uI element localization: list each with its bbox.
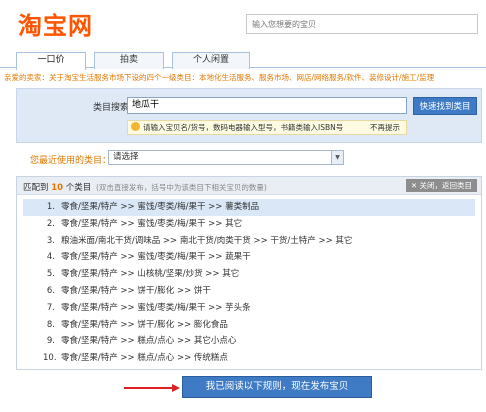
list-item-path: 粮油米面/南北干货/调味品 >> 南北干货/肉类干货 >> 干货/土特产 >> … bbox=[61, 235, 353, 246]
list-item-index: 7. bbox=[46, 302, 55, 313]
list-item[interactable]: 10. 零食/坚果/特产 >> 糕点/点心 >> 传统糕点 bbox=[17, 350, 481, 367]
header: 淘宝网 bbox=[0, 0, 486, 44]
match-prefix: 匹配到 bbox=[23, 183, 49, 193]
list-item[interactable]: 2. 零食/坚果/特产 >> 蜜饯/枣类/梅/果干 >> 其它 bbox=[17, 216, 481, 233]
dismiss-tip-link[interactable]: 不再提示 bbox=[370, 121, 400, 134]
category-results-panel: 匹配到 10 个类目 (双击直接发布，括号中为该类目下相关宝贝的数量) ✕ 关闭… bbox=[16, 176, 482, 370]
list-item-path: 零食/坚果/特产 >> 山核桃/坚果/炒货 >> 其它 bbox=[61, 269, 240, 280]
match-summary: 匹配到 10 个类目 (双击直接发布，括号中为该类目下相关宝贝的数量) bbox=[23, 181, 267, 193]
seller-notice: 亲爱的卖家：关于淘宝生活服务市场下设的四个一级类目：本地化生活服务、服务市场、网… bbox=[4, 73, 435, 82]
close-results-label: 关闭，返回类目 bbox=[419, 181, 473, 190]
list-item-path: 零食/坚果/特产 >> 糕点/点心 >> 其它小点心 bbox=[61, 336, 237, 347]
list-item-path: 零食/坚果/特产 >> 蜜饯/枣类/梅/果干 >> 其它 bbox=[61, 218, 243, 229]
list-item-index: 4. bbox=[46, 252, 55, 263]
lightbulb-icon bbox=[131, 122, 140, 131]
results-header: 匹配到 10 个类目 (双击直接发布，括号中为该类目下相关宝贝的数量) ✕ 关闭… bbox=[17, 177, 481, 195]
tab-personal-idle[interactable]: 个人闲置 bbox=[172, 52, 250, 69]
list-item[interactable]: 8. 零食/坚果/特产 >> 饼干/膨化 >> 膨化食品 bbox=[17, 317, 481, 334]
match-hint: (双击直接发布，括号中为该类目下相关宝贝的数量) bbox=[95, 183, 267, 192]
list-item[interactable]: 1. 零食/坚果/特产 >> 蜜饯/枣类/梅/果干 >> 薯类制品 bbox=[23, 199, 475, 216]
publish-item-button[interactable]: 我已阅读以下规则，现在发布宝贝 bbox=[182, 376, 372, 398]
tab-fixed-price[interactable]: 一口价 bbox=[16, 52, 86, 70]
list-item-index: 2. bbox=[46, 218, 55, 229]
list-item-index: 1. bbox=[46, 202, 55, 212]
match-suffix: 个类目 bbox=[65, 183, 92, 193]
tab-auction[interactable]: 拍卖 bbox=[94, 52, 164, 69]
red-arrow-icon bbox=[124, 384, 180, 392]
list-item-index: 9. bbox=[46, 336, 55, 347]
search-tip: 请输入宝贝名/货号，数码电器输入型号，书籍类输入ISBN号 不再提示 bbox=[127, 120, 407, 135]
category-search-panel: 类目搜索： 地瓜干 快速找到类目 请输入宝贝名/货号，数码电器输入型号，书籍类输… bbox=[16, 88, 482, 143]
recent-category-select[interactable]: 请选择 ▼ bbox=[108, 150, 344, 165]
close-results-button[interactable]: ✕ 关闭，返回类目 bbox=[405, 179, 477, 192]
top-search-input[interactable] bbox=[247, 15, 477, 33]
list-item-index: 6. bbox=[46, 285, 55, 296]
taobao-logo[interactable]: 淘宝网 bbox=[18, 6, 93, 41]
search-tip-text: 请输入宝贝名/货号，数码电器输入型号，书籍类输入ISBN号 bbox=[143, 123, 344, 132]
list-item-path: 零食/坚果/特产 >> 饼干/膨化 >> 饼干 bbox=[61, 285, 211, 296]
list-item-path: 零食/坚果/特产 >> 饼干/膨化 >> 膨化食品 bbox=[61, 319, 228, 330]
list-item[interactable]: 9. 零食/坚果/特产 >> 糕点/点心 >> 其它小点心 bbox=[17, 333, 481, 350]
list-item[interactable]: 6. 零食/坚果/特产 >> 饼干/膨化 >> 饼干 bbox=[17, 283, 481, 300]
chevron-down-icon[interactable]: ▼ bbox=[331, 151, 343, 164]
top-search-box[interactable] bbox=[246, 14, 478, 34]
list-item-path: 零食/坚果/特产 >> 糕点/点心 >> 传统糕点 bbox=[61, 353, 228, 364]
list-item-index: 10. bbox=[43, 353, 57, 364]
category-search-input[interactable]: 地瓜干 bbox=[127, 97, 407, 114]
list-item-index: 3. bbox=[46, 235, 55, 246]
list-item[interactable]: 3. 粮油米面/南北干货/调味品 >> 南北干货/肉类干货 >> 干货/土特产 >… bbox=[17, 233, 481, 250]
find-category-button[interactable]: 快速找到类目 bbox=[413, 97, 477, 115]
category-result-list: 1. 零食/坚果/特产 >> 蜜饯/枣类/梅/果干 >> 薯类制品 2. 零食/坚果… bbox=[17, 199, 481, 367]
list-item-path: 零食/坚果/特产 >> 蜜饯/枣类/梅/果干 >> 芋头条 bbox=[61, 302, 251, 313]
list-item-index: 8. bbox=[46, 319, 55, 330]
list-item[interactable]: 7. 零食/坚果/特产 >> 蜜饯/枣类/梅/果干 >> 芋头条 bbox=[17, 300, 481, 317]
recent-category-value: 请选择 bbox=[113, 152, 139, 162]
publish-type-tabs: 一口价 拍卖 个人闲置 bbox=[0, 50, 486, 70]
list-item-index: 5. bbox=[46, 269, 55, 280]
list-item-path: 零食/坚果/特产 >> 蜜饯/枣类/梅/果干 >> 薯类制品 bbox=[61, 202, 260, 212]
recent-category-label: 您最近使用的类目： bbox=[30, 156, 112, 166]
match-count: 10 bbox=[51, 183, 64, 193]
list-item[interactable]: 5. 零食/坚果/特产 >> 山核桃/坚果/炒货 >> 其它 bbox=[17, 266, 481, 283]
list-item-path: 零食/坚果/特产 >> 蜜饯/枣类/梅/果干 >> 蔬果干 bbox=[61, 252, 251, 263]
list-item[interactable]: 4. 零食/坚果/特产 >> 蜜饯/枣类/梅/果干 >> 蔬果干 bbox=[17, 249, 481, 266]
